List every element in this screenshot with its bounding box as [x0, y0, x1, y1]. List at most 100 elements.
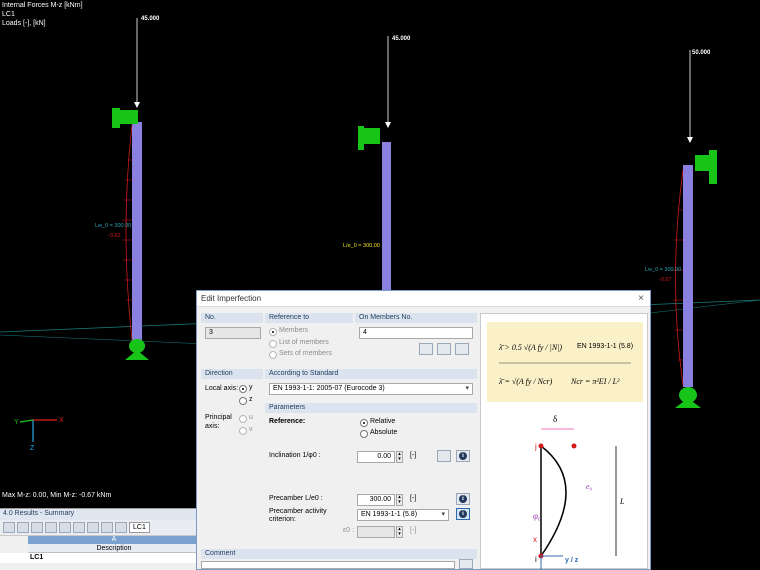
close-icon[interactable]: × — [638, 291, 644, 307]
parameters-header: Parameters — [265, 403, 477, 413]
members-radio[interactable] — [269, 328, 277, 336]
on-members-group: On Members No. 4 — [355, 313, 477, 363]
inclination-input[interactable]: 0.00 — [357, 451, 395, 463]
axis-x-label: X — [59, 417, 64, 424]
next-button[interactable] — [59, 522, 71, 533]
number-group-header: No. — [201, 313, 263, 323]
inclination-label: Inclination 1/φ0 : — [269, 452, 321, 459]
pick-member-button[interactable] — [419, 343, 433, 355]
precamber-activity-label: Precamber activity criterion: — [269, 508, 327, 523]
filter-button[interactable] — [31, 522, 43, 533]
dialog-title-bar: Edit Imperfection × — [197, 291, 650, 307]
results-summary-panel: 4.0 Results - Summary LC1 A Description … — [0, 508, 200, 570]
inclination-unit: [-] — [410, 452, 417, 459]
info-icon: i — [459, 495, 467, 503]
view-button[interactable] — [73, 522, 85, 533]
direction-v-radio[interactable] — [239, 427, 247, 435]
direction-y-radio[interactable] — [239, 385, 247, 393]
chevron-down-icon: ▾ — [465, 385, 469, 392]
direction-u-radio[interactable] — [239, 415, 247, 423]
e0-stepper[interactable]: ▴ ▾ — [396, 526, 403, 538]
imperfection-label-middle: L/e_0 = 300.00 — [343, 243, 380, 249]
svg-text:δ: δ — [553, 414, 557, 424]
axis-triad — [19, 419, 57, 442]
sets-of-members-radio[interactable] — [269, 351, 277, 359]
standard-header: According to Standard — [265, 369, 477, 379]
previous-button[interactable] — [45, 522, 57, 533]
relative-radio[interactable] — [360, 419, 368, 427]
svg-text:x: x — [533, 535, 537, 544]
parameters-group: Parameters Reference: Relative Absolute … — [265, 403, 477, 545]
number-field[interactable]: 3 — [205, 327, 261, 339]
viewport-summary: Max M-z: 0.00, Min M-z: -0.67 kNm — [2, 492, 112, 499]
direction-v-label: v — [249, 426, 253, 433]
reference-label: Reference: — [269, 418, 306, 425]
precamber-unit: [-] — [410, 495, 417, 502]
precamber-stepper[interactable]: ▴ ▾ — [396, 494, 403, 506]
activity-info-button[interactable]: i — [456, 508, 470, 520]
e0-input[interactable] — [357, 526, 395, 538]
number-group: No. 3 — [201, 313, 263, 363]
comment-input[interactable] — [201, 561, 455, 569]
svg-text:L: L — [619, 497, 625, 506]
column-a-header: A — [28, 536, 200, 544]
comment-group: Comment — [201, 549, 477, 569]
svg-text:i: i — [535, 555, 537, 564]
columns-button[interactable] — [115, 522, 127, 533]
precamber-activity-select[interactable]: EN 1993-1-1 (5.8) ▾ — [357, 509, 449, 521]
print-button[interactable] — [17, 522, 29, 533]
load-value-left: 45.000 — [141, 16, 160, 22]
sets-of-members-label: Sets of members — [279, 350, 332, 357]
comment-header: Comment — [201, 549, 477, 559]
table-settings-button[interactable] — [101, 522, 113, 533]
absolute-radio[interactable] — [360, 430, 368, 438]
results-toolbar: LC1 — [0, 520, 200, 536]
dialog-title: Edit Imperfection — [201, 294, 262, 303]
edit-imperfection-dialog: Edit Imperfection × No. 3 Reference to M… — [196, 290, 651, 570]
imperfection-label-left: Lw_0 = 300.00 — [95, 223, 132, 229]
on-members-header: On Members No. — [355, 313, 477, 323]
clear-selection-button[interactable] — [455, 343, 469, 355]
info-icon: i — [459, 510, 467, 518]
direction-u-label: u — [249, 414, 253, 421]
column-right[interactable] — [672, 50, 717, 408]
direction-z-radio[interactable] — [239, 397, 247, 405]
reference-to-header: Reference to — [265, 313, 353, 323]
inclination-info-button[interactable]: i — [456, 450, 470, 462]
svg-text:j: j — [534, 442, 537, 451]
axis-z-label: Z — [30, 445, 35, 452]
svg-text:φ₀: φ₀ — [533, 511, 541, 521]
direction-z-label: z — [249, 396, 253, 403]
description-header: Description — [28, 544, 200, 553]
standard-select[interactable]: EN 1993-1-1: 2005-07 (Eurocode 3) ▾ — [269, 383, 473, 395]
edit-inclination-button[interactable] — [437, 450, 451, 462]
e0-unit: [-] — [410, 527, 417, 534]
precamber-info-button[interactable]: i — [456, 493, 470, 505]
pick-multiple-button[interactable] — [437, 343, 451, 355]
imperfection-diagram: λ̄ > 0.5 √(A fy / |N|) λ̄ = √(A fy / Ncr… — [480, 313, 648, 570]
member-sketch: j i δ e₀ φ₀ L y / z x — [533, 414, 625, 570]
members-number-field[interactable]: 4 — [359, 327, 473, 339]
moment-value-left: -0.62 — [108, 233, 121, 239]
load-value-right: 50.000 — [692, 50, 711, 56]
results-panel-title: 4.0 Results - Summary — [0, 509, 200, 520]
precamber-activity-value: EN 1993-1-1 (5.8) — [361, 511, 418, 518]
load-case-selector[interactable]: LC1 — [129, 522, 150, 533]
principal-axis-label: Principal axis: — [205, 414, 232, 430]
direction-y-label: y — [249, 384, 253, 391]
svg-text:y / z: y / z — [565, 557, 579, 564]
moment-value-right: -0.67 — [659, 277, 672, 283]
select-button[interactable] — [87, 522, 99, 533]
column-left[interactable] — [112, 18, 149, 360]
load-value-middle: 45.000 — [392, 36, 411, 42]
table-row[interactable]: LC1 — [0, 553, 200, 563]
direction-header: Direction — [201, 369, 263, 379]
comment-pick-button[interactable] — [459, 559, 473, 569]
info-icon: i — [459, 452, 467, 460]
precamber-input[interactable]: 300.00 — [357, 494, 395, 506]
list-of-members-radio[interactable] — [269, 340, 277, 348]
local-axis-label: Local axis: — [205, 385, 239, 392]
column-middle[interactable] — [358, 36, 391, 292]
inclination-stepper[interactable]: ▴ ▾ — [396, 451, 403, 463]
excel-export-button[interactable] — [3, 522, 15, 533]
